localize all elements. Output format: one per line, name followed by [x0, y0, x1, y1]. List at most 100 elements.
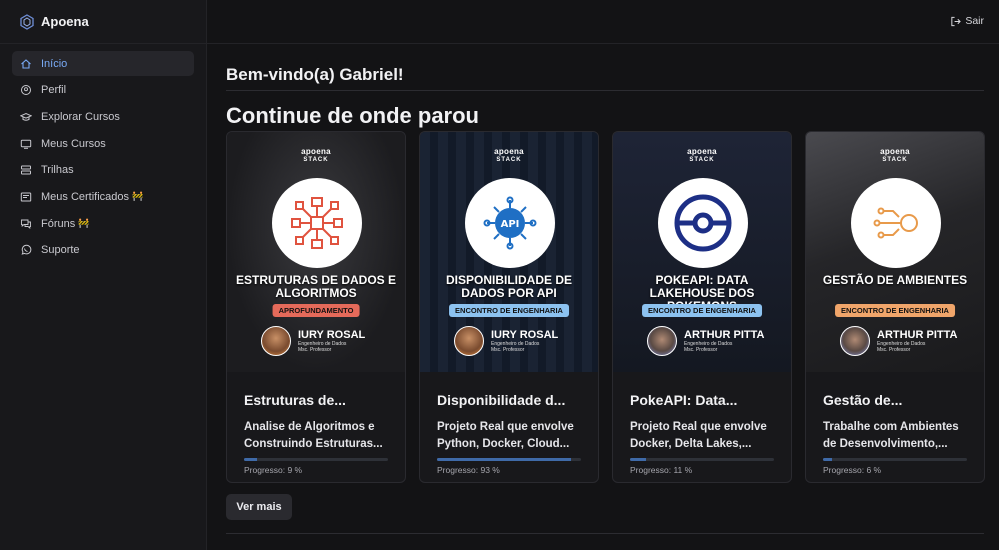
- progress-label: Progresso: 11 %: [630, 465, 693, 475]
- apoena-stack-logo: apoena STACK: [301, 147, 331, 164]
- sidebar-item-suporte[interactable]: Suporte: [12, 238, 194, 263]
- sidebar-item-label: Meus Cursos: [41, 137, 106, 150]
- avatar: [261, 326, 291, 356]
- construction-badge: 🚧: [132, 191, 144, 202]
- apoena-stack-logo: apoena STACK: [687, 147, 717, 164]
- course-cards: apoena STACK Estruturas de dados e al: [226, 131, 985, 483]
- progress-bar: [823, 458, 967, 461]
- welcome-heading: Bem-vindo(a) Gabriel!: [226, 65, 984, 91]
- sidebar-item-meus-certificados[interactable]: Meus Certificados 🚧: [12, 184, 194, 209]
- progress-fill: [244, 458, 257, 461]
- speaker-role: Msc. Professor: [877, 347, 911, 353]
- course-thumbnail: apoena STACK Estruturas de dados e al: [227, 132, 405, 372]
- sidebar-item-inicio[interactable]: Início: [12, 51, 194, 76]
- apoena-stack-logo: apoena STACK: [494, 147, 524, 164]
- graduation-cap-icon: [20, 111, 32, 123]
- construction-badge: 🚧: [78, 218, 90, 229]
- sidebar: Apoena Início Perfil Explorar Cursos Meu…: [0, 0, 207, 550]
- speaker-role: Msc. Professor: [491, 347, 525, 353]
- sidebar-item-label: Trilhas: [41, 164, 74, 177]
- avatar: [840, 326, 870, 356]
- api-icon: API: [465, 178, 555, 268]
- sidebar-item-meus-cursos[interactable]: Meus Cursos: [12, 131, 194, 156]
- sidebar-item-label: Explorar Cursos: [41, 110, 120, 123]
- progress-label: Progresso: 9 %: [244, 465, 303, 475]
- divider: [226, 533, 984, 534]
- apoena-logo-icon: [20, 13, 34, 30]
- speaker: IURY ROSAL Engenheiro de Dados Msc. Prof…: [261, 326, 365, 356]
- progress-bar: [630, 458, 774, 461]
- thumbnail-tag: ENCONTRO DE ENGENHARIA: [642, 304, 762, 317]
- speaker-name: ARTHUR PITTA: [684, 329, 765, 341]
- network-graph-icon: [272, 178, 362, 268]
- progress-fill: [437, 458, 571, 461]
- whatsapp-icon: [20, 244, 32, 256]
- speaker: ARTHUR PITTA Engenheiro de Dados Msc. Pr…: [647, 326, 764, 356]
- speaker-name: IURY ROSAL: [491, 329, 559, 341]
- home-icon: [20, 58, 32, 70]
- progress-bar: [244, 458, 388, 461]
- thumbnail-tag: APROFUNDAMENTO: [272, 304, 360, 317]
- progress-fill: [630, 458, 646, 461]
- progress-fill: [823, 458, 832, 461]
- certificate-icon: [20, 191, 32, 203]
- thumbnail-title: Estruturas de dados e algoritmos: [235, 273, 396, 300]
- speaker-role: Msc. Professor: [298, 347, 332, 353]
- sidebar-item-perfil[interactable]: Perfil: [12, 78, 194, 103]
- speaker: ARTHUR PITTA Engenheiro de Dados Msc. Pr…: [840, 326, 957, 356]
- thumbnail-title: Disponibilidade de dados por API: [445, 273, 572, 300]
- logout-icon: [951, 16, 962, 26]
- sidebar-item-label: Fóruns: [41, 217, 76, 230]
- sidebar-item-trilhas[interactable]: Trilhas: [12, 158, 194, 183]
- sidebar-item-explorar-cursos[interactable]: Explorar Cursos: [12, 104, 194, 129]
- sidebar-nav: Início Perfil Explorar Cursos Meus Curso…: [0, 44, 206, 263]
- course-thumbnail: apoena STACK PokeAPI: Data Lakehouse dos …: [613, 132, 791, 372]
- sidebar-item-foruns[interactable]: Fóruns 🚧: [12, 211, 194, 236]
- course-description: Projeto Real que envolve Python, Docker,…: [437, 421, 574, 450]
- speaker-name: IURY ROSAL: [298, 329, 366, 341]
- course-thumbnail: apoena STACK Gestão de Ambientes ENCONTRO…: [806, 132, 984, 372]
- monitor-icon: [20, 138, 32, 150]
- course-description: Projeto Real que envolve Docker, Delta L…: [630, 421, 767, 450]
- course-card[interactable]: apoena STACK PokeAPI: Data Lakehouse dos …: [612, 131, 792, 483]
- thumbnail-tag: ENCONTRO DE ENGENHARIA: [835, 304, 955, 317]
- thumbnail-title: Gestão de Ambientes: [822, 273, 968, 287]
- speaker-role: Msc. Professor: [684, 347, 718, 353]
- circuit-icon: [851, 178, 941, 268]
- brand[interactable]: Apoena: [0, 0, 206, 44]
- sidebar-item-label: Suporte: [41, 244, 80, 257]
- avatar: [647, 326, 677, 356]
- course-card[interactable]: apoena STACK API Disponibilidade de dados…: [419, 131, 599, 483]
- section-title: Continue de onde parou: [226, 103, 479, 128]
- course-title: Disponibilidade d...: [437, 392, 566, 408]
- course-description: Analise de Algoritmos e Construindo Estr…: [244, 421, 383, 450]
- progress-bar: [437, 458, 581, 461]
- logout-label: Sair: [965, 15, 984, 27]
- speaker: IURY ROSAL Engenheiro de Dados Msc. Prof…: [454, 326, 558, 356]
- avatar: [454, 326, 484, 356]
- course-description: Trabalhe com Ambientes de Desenvolviment…: [823, 421, 959, 450]
- see-more-button[interactable]: Ver mais: [226, 494, 292, 520]
- progress-label: Progresso: 6 %: [823, 465, 882, 475]
- user-circle-icon: [20, 84, 32, 96]
- course-title: PokeAPI: Data...: [630, 392, 738, 408]
- speaker-name: ARTHUR PITTA: [877, 329, 958, 341]
- course-title: Estruturas de...: [244, 392, 346, 408]
- logout-button[interactable]: Sair: [950, 15, 984, 27]
- apoena-stack-logo: apoena STACK: [880, 147, 910, 164]
- thumbnail-tag: ENCONTRO DE ENGENHARIA: [449, 304, 569, 317]
- main-content: Bem-vindo(a) Gabriel! Continue de onde p…: [226, 44, 985, 534]
- progress-label: Progresso: 93 %: [437, 465, 500, 475]
- topbar: Sair: [207, 0, 999, 44]
- svg-text:API: API: [501, 219, 520, 230]
- pokeball-icon: [658, 178, 748, 268]
- course-thumbnail: apoena STACK API Disponibilidade de dados…: [420, 132, 598, 372]
- chat-icon: [20, 218, 32, 230]
- course-card[interactable]: apoena STACK Gestão de Ambientes ENCONTRO…: [805, 131, 985, 483]
- sidebar-item-label: Início: [41, 57, 68, 70]
- layers-icon: [20, 164, 32, 176]
- brand-name: Apoena: [41, 14, 89, 29]
- course-title: Gestão de...: [823, 392, 903, 408]
- sidebar-item-label: Meus Certificados: [41, 190, 130, 203]
- course-card[interactable]: apoena STACK Estruturas de dados e al: [226, 131, 406, 483]
